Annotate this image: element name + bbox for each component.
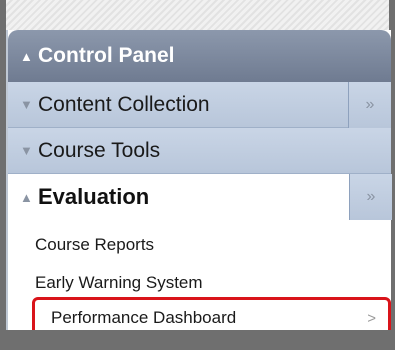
submenu-item-course-reports[interactable]: Course Reports (8, 228, 391, 262)
chevron-down-icon: ▼ (20, 97, 33, 112)
control-panel-header[interactable]: ▲ Control Panel (8, 30, 391, 82)
chevron-up-icon: ▲ (20, 189, 33, 205)
chevron-up-icon: ▲ (20, 48, 33, 64)
double-chevron-right-icon: » (365, 96, 375, 113)
bottom-border (0, 330, 395, 350)
double-chevron-right-icon: » (366, 188, 376, 205)
menu-item-content-collection[interactable]: ▼ Content Collection » (8, 82, 391, 128)
top-pattern-strip (6, 0, 389, 30)
control-panel-title: Control Panel (38, 44, 175, 67)
submenu-item-label: Course Reports (35, 235, 155, 254)
chevron-down-icon: ▼ (20, 143, 33, 158)
expand-side-button[interactable]: » (348, 82, 391, 128)
menu-item-label: Content Collection (38, 92, 210, 116)
menu-item-label: Course Tools (38, 138, 161, 162)
submenu-item-label: Early Warning System (35, 273, 203, 292)
chevron-right-icon: > (367, 309, 376, 327)
menu-item-course-tools[interactable]: ▼ Course Tools (8, 128, 391, 174)
expand-side-button[interactable]: » (349, 174, 392, 220)
submenu-item-early-warning-system[interactable]: Early Warning System (8, 266, 391, 300)
submenu-item-label: Performance Dashboard (51, 308, 237, 327)
menu-item-evaluation[interactable]: ▲ Evaluation (8, 174, 349, 220)
menu-item-label: Evaluation (38, 184, 150, 209)
control-panel: ▲ Control Panel ▼ Content Collection » ▼… (6, 30, 392, 339)
